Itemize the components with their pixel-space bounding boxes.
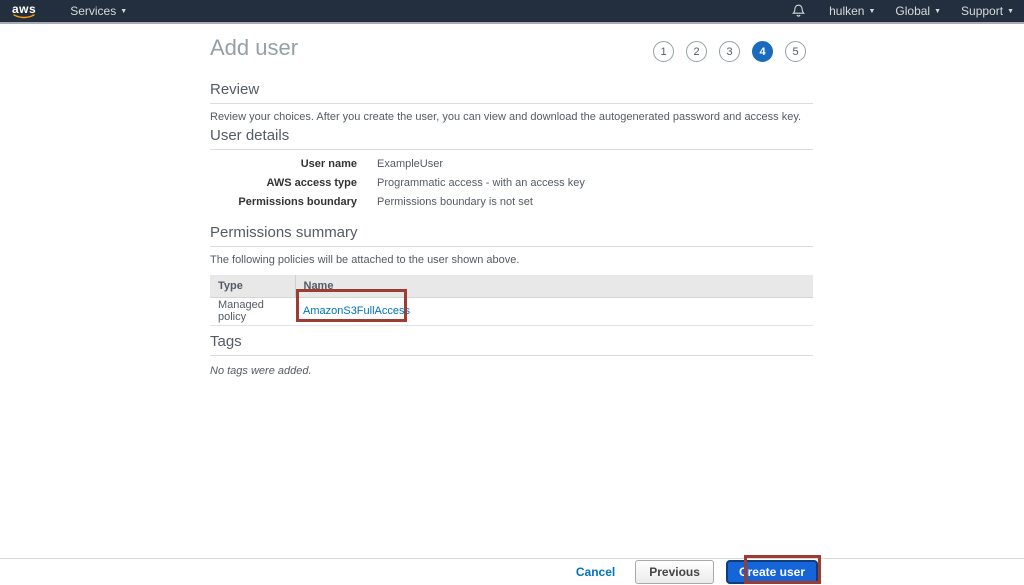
account-menu-label: hulken	[829, 4, 865, 18]
top-navigation-bar: aws Services ▼ hulken ▼ Global ▼ Support…	[0, 0, 1024, 24]
wizard-step-5[interactable]: 5	[785, 41, 806, 62]
notifications-button[interactable]	[778, 0, 819, 22]
support-menu[interactable]: Support ▼	[951, 0, 1024, 22]
review-section: Review Review your choices. After you cr…	[210, 81, 813, 123]
wizard-step-indicator: 1 2 3 4 5	[653, 41, 806, 62]
region-menu[interactable]: Global ▼	[885, 0, 951, 22]
permissions-summary-section: Permissions summary The following polici…	[210, 224, 813, 326]
access-type-row: AWS access type Programmatic access - wi…	[210, 178, 813, 189]
user-details-section: User details User name ExampleUser AWS a…	[210, 127, 813, 216]
cancel-link[interactable]: Cancel	[576, 565, 615, 579]
tags-section: Tags No tags were added.	[210, 333, 813, 377]
create-user-button[interactable]: Create user	[725, 560, 818, 584]
aws-smile-icon	[13, 13, 35, 18]
user-details-heading: User details	[210, 127, 813, 150]
permissions-boundary-label: Permissions boundary	[238, 196, 357, 208]
user-name-value: ExampleUser	[377, 158, 444, 170]
user-name-label: User name	[300, 158, 357, 170]
policy-link[interactable]: AmazonS3FullAccess	[303, 305, 410, 317]
policy-name-cell: AmazonS3FullAccess	[295, 297, 813, 326]
name-column-header: Name	[295, 275, 813, 298]
access-type-value: Programmatic access - with an access key	[377, 177, 585, 189]
bell-icon	[792, 4, 806, 17]
policies-table: Type Name Managed policy AmazonS3FullAcc…	[210, 275, 813, 326]
tags-empty-text: No tags were added.	[210, 365, 312, 377]
tags-heading: Tags	[210, 333, 813, 356]
services-caret-icon: ▼	[120, 7, 128, 15]
support-menu-label: Support	[961, 4, 1004, 18]
services-menu[interactable]: Services ▼	[60, 0, 137, 22]
region-menu-label: Global	[895, 4, 931, 18]
account-menu[interactable]: hulken ▼	[819, 0, 885, 22]
permissions-boundary-row: Permissions boundary Permissions boundar…	[210, 197, 813, 208]
region-caret-icon: ▼	[934, 7, 942, 15]
review-description: Review your choices. After you create th…	[210, 111, 802, 123]
access-type-label: AWS access type	[266, 177, 358, 189]
aws-logo[interactable]: aws	[12, 3, 36, 19]
support-caret-icon: ▼	[1007, 7, 1014, 15]
policies-table-header-row: Type Name	[210, 275, 813, 298]
footer-action-bar: Cancel Previous Create user	[0, 558, 1024, 585]
previous-button[interactable]: Previous	[635, 560, 714, 584]
wizard-step-4-active[interactable]: 4	[752, 41, 773, 62]
services-menu-label: Services	[70, 4, 117, 18]
permissions-summary-heading: Permissions summary	[210, 224, 813, 247]
account-caret-icon: ▼	[868, 7, 876, 15]
page-title: Add user	[210, 35, 299, 60]
wizard-step-1[interactable]: 1	[653, 41, 674, 62]
wizard-step-2[interactable]: 2	[686, 41, 707, 62]
review-heading: Review	[210, 81, 813, 104]
table-row: Managed policy AmazonS3FullAccess	[210, 297, 813, 326]
permissions-summary-description: The following policies will be attached …	[210, 254, 520, 266]
wizard-step-3[interactable]: 3	[719, 41, 740, 62]
user-name-row: User name ExampleUser	[210, 159, 813, 170]
policy-type-cell: Managed policy	[210, 297, 295, 326]
type-column-header: Type	[210, 275, 296, 298]
permissions-boundary-value: Permissions boundary is not set	[377, 196, 533, 208]
